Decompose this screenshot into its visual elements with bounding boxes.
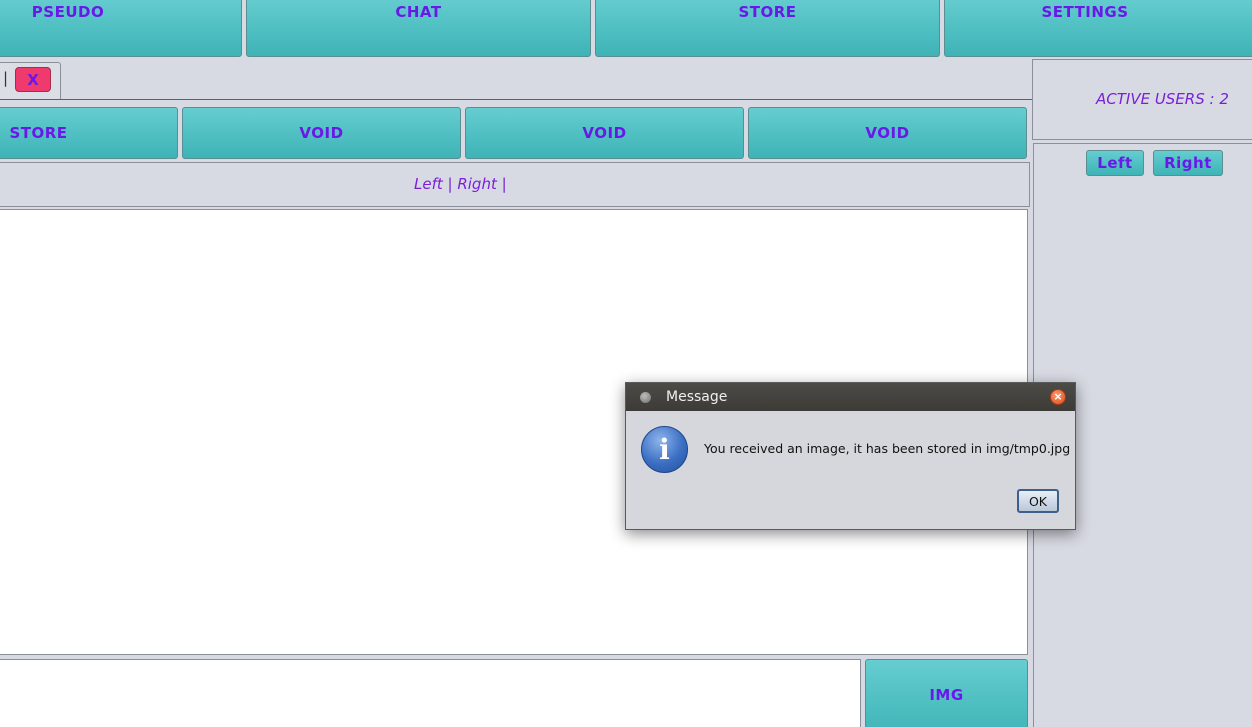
img-button[interactable]: IMG <box>865 659 1028 727</box>
active-users-count: ACTIVE USERS : 2 <box>1096 90 1229 108</box>
right-button-label: Right <box>1164 154 1212 172</box>
img-label: IMG <box>929 686 964 704</box>
info-icon: i <box>641 426 688 473</box>
void-label-3: VOID <box>865 124 910 142</box>
ok-label: OK <box>1028 493 1048 509</box>
void-button-3[interactable]: VOID <box>748 107 1027 159</box>
message-dialog: Message × i You received an image, it ha… <box>625 382 1076 530</box>
settings-button[interactable]: SETTINGS <box>944 0 1252 57</box>
store-label: STORE <box>9 124 68 142</box>
settings-label: SETTINGS <box>1041 3 1129 21</box>
close-icon[interactable]: × <box>1050 389 1066 405</box>
right-button[interactable]: Right <box>1153 150 1223 176</box>
pseudo-label: PSEUDO <box>31 3 105 21</box>
close-tab-button[interactable]: X <box>15 67 51 92</box>
dialog-titlebar[interactable]: Message × <box>626 383 1075 411</box>
store-button[interactable]: STORE <box>0 107 178 159</box>
close-tab-label: X <box>27 70 39 89</box>
tab-separator: | <box>3 69 9 87</box>
void-button-1[interactable]: VOID <box>182 107 461 159</box>
void-label-2: VOID <box>582 124 627 142</box>
store-nav-label: STORE <box>738 3 797 21</box>
chat-label: CHAT <box>395 3 442 21</box>
tab-strip <box>0 62 1032 100</box>
ok-button[interactable]: OK <box>1017 489 1059 513</box>
pseudo-button[interactable]: PSEUDO <box>0 0 242 57</box>
message-input[interactable] <box>0 659 861 727</box>
info-icon-glyph: i <box>659 433 670 466</box>
dialog-message: You received an image, it has been store… <box>704 441 1071 456</box>
void-button-2[interactable]: VOID <box>465 107 744 159</box>
status-line: Left | Right | <box>414 175 507 193</box>
left-button-label: Left <box>1097 154 1133 172</box>
dialog-title: Message <box>666 389 728 405</box>
store-nav-button[interactable]: STORE <box>595 0 940 57</box>
window-menu-icon[interactable] <box>640 392 651 403</box>
chat-button[interactable]: CHAT <box>246 0 591 57</box>
status-panel <box>0 162 1030 207</box>
left-button[interactable]: Left <box>1086 150 1144 176</box>
void-label-1: VOID <box>299 124 344 142</box>
